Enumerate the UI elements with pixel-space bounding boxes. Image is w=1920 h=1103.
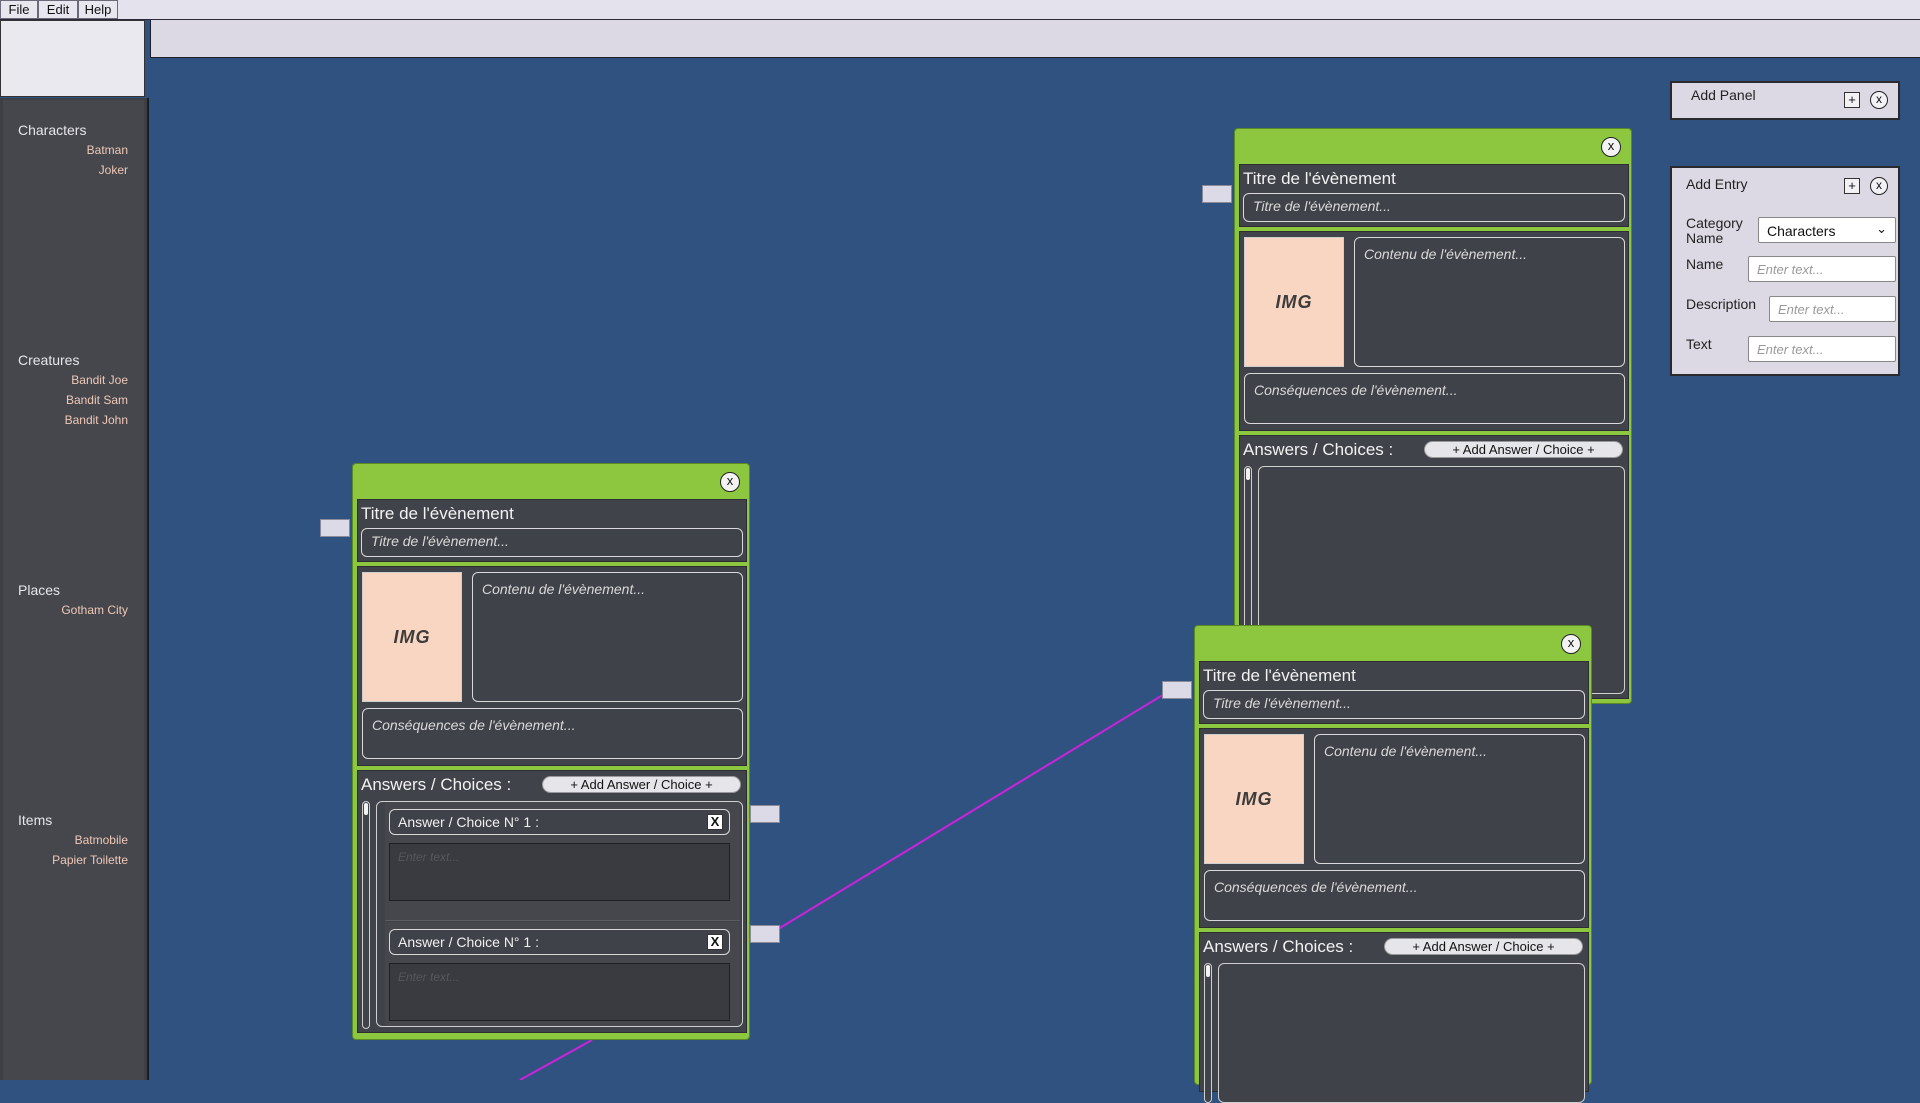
node1-content-input[interactable]: Contenu de l'évènement... <box>472 572 743 702</box>
sidebar-category-places[interactable]: Places <box>18 582 60 598</box>
connection-wires <box>519 692 1167 1080</box>
node3-scrollbar[interactable] <box>1204 963 1212 1103</box>
add-entry-panel: Add Entry + x Category Name Characters ⌄… <box>1670 166 1900 376</box>
node1-scrollbar[interactable] <box>362 801 370 1029</box>
add-panel: Add Panel + x <box>1670 81 1900 120</box>
sidebar: Characters Batman Joker Creatures Bandit… <box>0 98 149 1080</box>
node1-answers-list: Answer / Choice N° 1 : X Enter text... A… <box>376 801 743 1027</box>
node2-add-answer-button[interactable]: + Add Answer / Choice + <box>1424 441 1623 458</box>
answer-header[interactable]: Answer / Choice N° 1 : X <box>389 929 730 955</box>
wire-node1-bottom <box>519 1039 593 1080</box>
answer-text-input[interactable]: Enter text... <box>389 963 730 1021</box>
answer-remove-button[interactable]: X <box>707 934 723 950</box>
node2-input-connector[interactable] <box>1202 185 1232 203</box>
menu-help[interactable]: Help <box>78 0 118 19</box>
answer-label: Answer / Choice N° 1 : <box>398 934 539 950</box>
node1-section-title: Titre de l'évènement <box>361 504 514 523</box>
node3-close-button[interactable]: x <box>1561 634 1581 654</box>
sidebar-item-bandit-john[interactable]: Bandit John <box>65 413 128 427</box>
category-select[interactable]: Characters ⌄ <box>1758 217 1896 243</box>
node3-title-section: Titre de l'évènement Titre de l'évènemen… <box>1199 661 1589 724</box>
chevron-down-icon: ⌄ <box>1876 221 1887 236</box>
sidebar-item-gotham-city[interactable]: Gotham City <box>61 603 128 617</box>
menu-file[interactable]: File <box>0 0 38 19</box>
node1-image-placeholder[interactable]: IMG <box>362 572 462 702</box>
wire-answer-to-node3 <box>769 692 1167 935</box>
node1-title-section: Titre de l'évènement Titre de l'évènemen… <box>357 499 747 562</box>
node3-content-section: IMG Contenu de l'évènement... Conséquenc… <box>1199 728 1589 928</box>
sidebar-category-items[interactable]: Items <box>18 812 52 828</box>
node3-answers-list <box>1218 963 1585 1103</box>
answer-card: Answer / Choice N° 1 : X Enter text... <box>385 922 740 1026</box>
add-panel-plus-button[interactable]: + <box>1844 92 1860 108</box>
sidebar-item-batman[interactable]: Batman <box>87 143 128 157</box>
node2-content-input[interactable]: Contenu de l'évènement... <box>1354 237 1625 367</box>
node3-scroll-thumb[interactable] <box>1206 965 1210 977</box>
answer-card: Answer / Choice N° 1 : X Enter text... <box>385 802 740 921</box>
text-label: Text <box>1686 336 1712 352</box>
node1-add-answer-button[interactable]: + Add Answer / Choice + <box>542 776 741 793</box>
event-node-3[interactable]: x Titre de l'évènement Titre de l'évènem… <box>1194 625 1592 1103</box>
menu-bar: File Edit Help <box>0 0 1920 20</box>
node2-close-button[interactable]: x <box>1601 137 1621 157</box>
node3-consequences-input[interactable]: Conséquences de l'évènement... <box>1204 870 1585 921</box>
category-name-label: Category Name <box>1686 215 1743 246</box>
node1-answer2-output-connector[interactable] <box>750 925 780 943</box>
node1-close-button[interactable]: x <box>720 472 740 492</box>
logo-area <box>0 20 145 97</box>
node1-scroll-thumb[interactable] <box>364 803 368 815</box>
category-select-value: Characters <box>1767 223 1836 239</box>
node3-section-title: Titre de l'évènement <box>1203 666 1356 685</box>
toolbar <box>150 20 1920 58</box>
text-input[interactable]: Enter text... <box>1748 336 1896 362</box>
name-label: Name <box>1686 256 1724 272</box>
add-entry-close-button[interactable]: x <box>1870 177 1888 195</box>
node2-scroll-thumb[interactable] <box>1246 468 1250 480</box>
sidebar-item-joker[interactable]: Joker <box>99 163 128 177</box>
node1-answers-title: Answers / Choices : <box>361 775 512 794</box>
node3-answers-section: Answers / Choices : + Add Answer / Choic… <box>1199 932 1589 1103</box>
menu-edit[interactable]: Edit <box>38 0 78 19</box>
event-node-1[interactable]: x Titre de l'évènement Titre de l'évènem… <box>352 463 750 1040</box>
node3-input-connector[interactable] <box>1162 681 1192 699</box>
add-panel-close-button[interactable]: x <box>1870 91 1888 109</box>
description-label: Description <box>1686 296 1757 312</box>
node3-add-answer-button[interactable]: + Add Answer / Choice + <box>1384 938 1583 955</box>
node3-title-input[interactable]: Titre de l'évènement... <box>1203 690 1585 719</box>
add-panel-title: Add Panel <box>1691 87 1756 103</box>
answer-remove-button[interactable]: X <box>707 814 723 830</box>
answer-label: Answer / Choice N° 1 : <box>398 814 539 830</box>
node3-content-input[interactable]: Contenu de l'évènement... <box>1314 734 1585 864</box>
node2-answers-title: Answers / Choices : <box>1243 440 1394 459</box>
node1-consequences-input[interactable]: Conséquences de l'évènement... <box>362 708 743 759</box>
sidebar-item-papier-toilette[interactable]: Papier Toilette <box>52 853 128 867</box>
sidebar-item-bandit-sam[interactable]: Bandit Sam <box>66 393 128 407</box>
node1-title-input[interactable]: Titre de l'évènement... <box>361 528 743 557</box>
node2-section-title: Titre de l'évènement <box>1243 169 1396 188</box>
name-input[interactable]: Enter text... <box>1748 256 1896 282</box>
node3-image-placeholder[interactable]: IMG <box>1204 734 1304 864</box>
sidebar-list: Characters Batman Joker Creatures Bandit… <box>3 100 144 1080</box>
node1-input-connector[interactable] <box>320 519 350 537</box>
node2-consequences-input[interactable]: Conséquences de l'évènement... <box>1244 373 1625 424</box>
node1-content-section: IMG Contenu de l'évènement... Conséquenc… <box>357 566 747 766</box>
sidebar-item-batmobile[interactable]: Batmobile <box>75 833 128 847</box>
node2-content-section: IMG Contenu de l'évènement... Conséquenc… <box>1239 231 1629 431</box>
sidebar-category-characters[interactable]: Characters <box>18 122 86 138</box>
sidebar-item-bandit-joe[interactable]: Bandit Joe <box>71 373 128 387</box>
answer-text-input[interactable]: Enter text... <box>389 843 730 901</box>
add-entry-plus-button[interactable]: + <box>1844 178 1860 194</box>
node2-title-section: Titre de l'évènement Titre de l'évènemen… <box>1239 164 1629 227</box>
node1-answers-section: Answers / Choices : + Add Answer / Choic… <box>357 770 747 1033</box>
sidebar-category-creatures[interactable]: Creatures <box>18 352 79 368</box>
event-node-2[interactable]: x Titre de l'évènement Titre de l'évènem… <box>1234 128 1632 704</box>
node1-answer1-output-connector[interactable] <box>750 805 780 823</box>
node2-image-placeholder[interactable]: IMG <box>1244 237 1344 367</box>
add-entry-title: Add Entry <box>1686 176 1748 192</box>
description-input[interactable]: Enter text... <box>1769 296 1896 322</box>
answer-header[interactable]: Answer / Choice N° 1 : X <box>389 809 730 835</box>
node2-title-input[interactable]: Titre de l'évènement... <box>1243 193 1625 222</box>
node3-answers-title: Answers / Choices : <box>1203 937 1354 956</box>
